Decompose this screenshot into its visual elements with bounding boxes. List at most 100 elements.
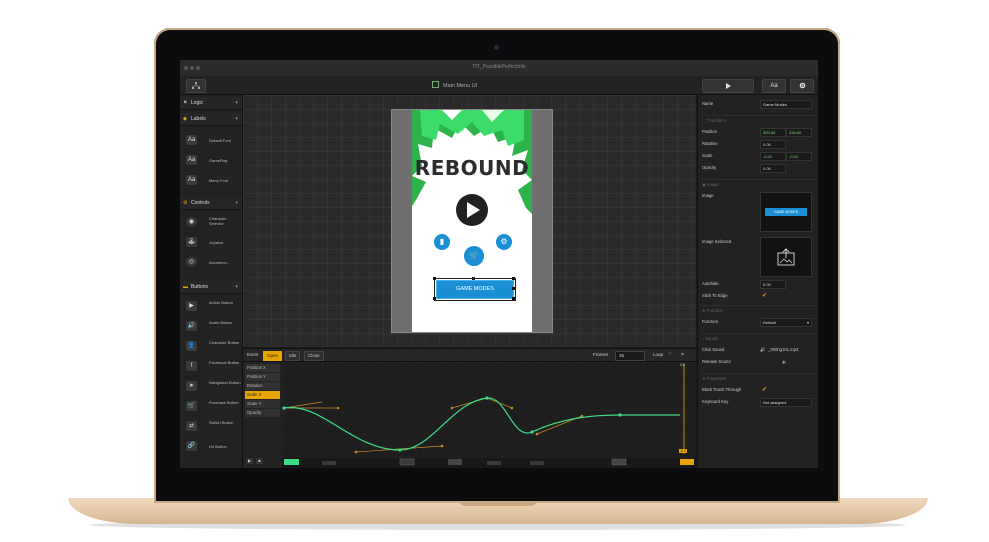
buttons-section-header[interactable]: ▬ Buttons ▾ <box>180 281 242 294</box>
track-position-x[interactable]: Position X <box>245 364 280 372</box>
tab-close[interactable]: Close <box>304 351 324 361</box>
widget-item-gameplay[interactable]: Aa GamePlay <box>180 151 242 170</box>
play-timeline-button[interactable]: ▶ <box>246 458 253 464</box>
scale-x-input[interactable]: -0.01 <box>760 152 786 161</box>
stop-icon: ■ <box>258 458 261 463</box>
leaderboard-button[interactable]: ▮ <box>434 234 450 250</box>
frames-input[interactable]: 35 <box>615 351 645 361</box>
widget-item-purchase-button[interactable]: 🛒 Purchase Button <box>180 397 242 416</box>
speaker-icon[interactable]: 🔈 <box>782 357 787 367</box>
track-opacity[interactable]: Opacity <box>245 409 280 417</box>
widget-item-action-button[interactable]: ▶ Action Button <box>180 297 242 316</box>
widget-item-audio-button[interactable]: 🔊 Audio Button <box>180 317 242 336</box>
widget-item-switch-button[interactable]: ⇄ Switch Button <box>180 417 242 436</box>
resize-handle[interactable] <box>433 297 436 300</box>
scene-canvas[interactable]: REBOUND ▮ 🛒 ⚙ GAME MODES <box>243 95 696 347</box>
track-position-y[interactable]: Position Y <box>245 373 280 381</box>
widget-item-accelerometer[interactable]: ◎ Acceleron... <box>180 253 242 272</box>
upload-image-icon <box>777 248 795 266</box>
game-preview[interactable]: REBOUND ▮ 🛒 ⚙ GAME MODES <box>412 110 532 332</box>
font-icon: Aa <box>186 175 197 185</box>
resize-handle[interactable] <box>512 297 515 300</box>
position-x-input[interactable]: 320.00 <box>760 128 786 137</box>
chevron-down-icon: ▾ <box>806 320 809 325</box>
click-sound-label: Click Sound <box>702 347 725 352</box>
image-selected-thumbnail[interactable] <box>760 237 812 277</box>
hierarchy-button[interactable] <box>186 79 206 93</box>
sound-section-header[interactable]: ♪ Sound <box>702 333 817 343</box>
track-scale-y[interactable]: Scale Y <box>245 400 280 408</box>
gear-icon <box>799 82 805 89</box>
properties-section-header[interactable]: ☰ Properties <box>702 373 817 383</box>
play-icon: ▶ <box>247 458 252 463</box>
block-touch-checkbox[interactable]: ✔ <box>762 387 768 393</box>
animation-curve-graph[interactable] <box>282 362 696 468</box>
navigation-icon: ➤ <box>186 381 197 391</box>
stick-to-edge-checkbox[interactable]: ✔ <box>762 293 768 299</box>
click-sound-file[interactable]: _000hg101.mp3 <box>768 345 798 355</box>
resize-handle[interactable] <box>433 277 436 280</box>
position-label: Position <box>702 129 717 134</box>
document-title[interactable]: Main Menu UI <box>432 81 477 89</box>
resize-handle[interactable] <box>472 277 475 280</box>
track-scale-x[interactable]: Scale X <box>245 391 280 399</box>
text-button[interactable]: Aa <box>762 79 786 93</box>
widget-item-joystick[interactable]: 🕹 Joystick <box>180 233 242 252</box>
joystick-icon: 🕹 <box>186 237 197 247</box>
inspector-panel: Name Game Modes ⬚ Transform Position 320… <box>697 95 818 468</box>
image-section-header[interactable]: ▣ Image <box>702 179 817 189</box>
play-icon <box>467 202 480 218</box>
opacity-label: Opacity <box>702 165 717 170</box>
widget-item-character-selector[interactable]: ◉ Character Selector <box>180 213 242 232</box>
image-thumbnail[interactable]: GAME MODES <box>760 192 812 232</box>
tab-open[interactable]: Open <box>263 351 283 361</box>
play-button[interactable] <box>702 79 754 93</box>
rotation-input[interactable]: 0.00 <box>760 140 786 149</box>
document-checkbox[interactable] <box>432 81 439 88</box>
widget-item-label: Action Button <box>209 300 233 305</box>
loop-toggle[interactable]: ○ <box>668 351 672 357</box>
autohide-input[interactable]: 0.00 <box>760 280 786 289</box>
settings-button[interactable] <box>790 79 814 93</box>
name-input[interactable]: Game Modes <box>760 100 812 109</box>
scale-y-input[interactable]: -0.01 <box>786 152 812 161</box>
click-sound-row: Click Sound 🔊 _000hg101.mp3 <box>702 345 817 355</box>
chevron-down-icon[interactable]: ▾ <box>681 351 684 358</box>
keyboard-key-input[interactable]: Not assigned <box>760 398 812 407</box>
resize-handle[interactable] <box>512 277 515 280</box>
selection-box[interactable] <box>434 278 516 301</box>
tab-idle[interactable]: Idle <box>285 351 301 361</box>
function-section-header[interactable]: ⚙ Function <box>702 305 817 315</box>
widget-item-navigation-button[interactable]: ➤ Navigation Button <box>180 377 242 396</box>
function-value: Default <box>763 320 776 325</box>
widget-item-url-button[interactable]: 🔗 Url Button <box>180 437 242 456</box>
widget-item-label: Purchase Button <box>209 400 239 405</box>
switch-icon: ⇄ <box>186 421 197 431</box>
settings-gear-button[interactable]: ⚙ <box>496 234 512 250</box>
name-label: Name <box>702 101 714 106</box>
opacity-input[interactable]: 0.00 <box>760 164 786 173</box>
stop-timeline-button[interactable]: ■ <box>256 458 263 464</box>
resize-handle[interactable] <box>512 287 515 290</box>
widget-item-facebook-button[interactable]: f Facebook Button <box>180 357 242 376</box>
play-game-button[interactable] <box>456 194 488 226</box>
stick-to-edge-label: Stick To Edge <box>702 293 728 298</box>
track-rotation[interactable]: Rotation <box>245 382 280 390</box>
widget-item-label: Switch Button <box>209 420 234 425</box>
controls-section-header[interactable]: ⚙ Controls ▾ <box>180 197 242 210</box>
logic-section-header[interactable]: ⚑ Logic ▾ <box>180 97 242 110</box>
widget-item-character-button[interactable]: 👤 Character Button <box>180 337 242 356</box>
widget-item-label: Joystick <box>209 240 224 245</box>
widget-item-menu-font[interactable]: Aa Menu Font <box>180 171 242 190</box>
widget-item-label: Url Button <box>209 444 227 449</box>
labels-section-header[interactable]: ◆ Labels ▾ <box>180 113 242 126</box>
play-icon <box>726 83 731 89</box>
position-y-input[interactable]: 226.00 <box>786 128 812 137</box>
chevron-down-icon: ▾ <box>235 200 238 206</box>
widget-item-label: Default Font <box>209 138 231 143</box>
transform-section-header[interactable]: ⬚ Transform <box>702 115 817 125</box>
widget-item-default-font[interactable]: Aa Default Font <box>180 131 242 150</box>
shop-button[interactable]: 🛒 <box>464 246 484 266</box>
function-select[interactable]: Default ▾ <box>760 318 812 327</box>
scale-label: Scale <box>702 153 713 158</box>
